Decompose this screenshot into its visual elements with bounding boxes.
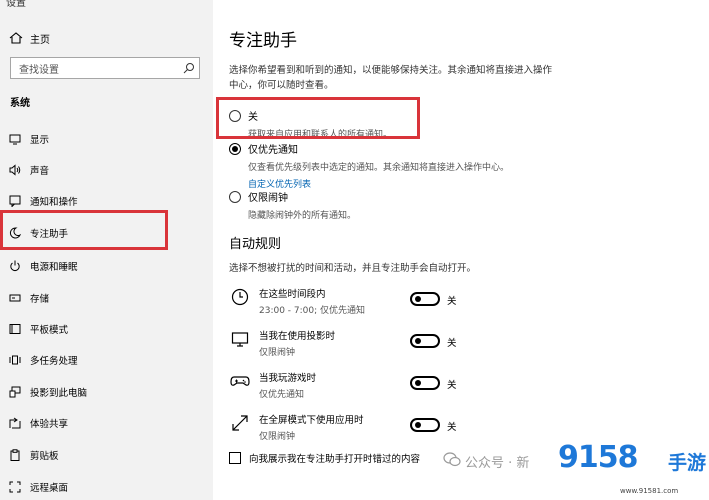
rules-title: 自动规则 xyxy=(229,237,282,252)
sidebar-item-tablet[interactable]: 平板模式 xyxy=(0,316,213,342)
sidebar-item-label: 多任务处理 xyxy=(30,356,78,367)
rule-gaming-toggle[interactable] xyxy=(410,376,440,390)
toggle-state: 关 xyxy=(447,422,457,433)
page-description: 选择你希望看到和听到的通知，以便能够保持关注。其余通知将直接进入操作中心，你可以… xyxy=(229,65,553,91)
sidebar-item-label: 电源和睡眠 xyxy=(30,262,78,273)
sidebar-item-label: 体验共享 xyxy=(30,419,69,430)
sidebar-item-label: 声音 xyxy=(30,166,50,177)
sidebar: 设置 主页 查找设置 系统 显示 声音 通知和操作 专注助手 电源和睡眠 存储 xyxy=(0,0,213,500)
search-icon[interactable] xyxy=(179,58,199,78)
option-label: 仅优先通知 xyxy=(248,145,298,156)
show-missed-option[interactable]: 向我展示我在专注助手打开时错过的内容 xyxy=(229,451,420,465)
sidebar-item-shared[interactable]: 体验共享 xyxy=(0,410,213,436)
page-title: 专注助手 xyxy=(229,31,297,51)
clipboard-icon xyxy=(8,448,22,462)
show-missed-checkbox[interactable] xyxy=(229,452,241,464)
rules-description: 选择不想被打扰的时间和活动，并且专注助手会自动打开。 xyxy=(229,263,477,274)
sidebar-item-label: 通知和操作 xyxy=(30,197,78,208)
multitask-icon xyxy=(8,353,22,367)
tablet-icon xyxy=(8,322,22,336)
section-label: 系统 xyxy=(10,98,30,109)
brand-logo: 9158 手游 www.91581.com xyxy=(558,440,709,500)
fullscreen-icon xyxy=(229,412,251,434)
monitor-icon xyxy=(229,328,251,350)
project-icon xyxy=(8,385,22,399)
option-label: 仅限闹钟 xyxy=(248,193,288,204)
brand-text: 手游 xyxy=(668,452,707,474)
sidebar-item-multitasking[interactable]: 多任务处理 xyxy=(0,347,213,373)
clock-icon xyxy=(229,286,251,308)
search-placeholder: 查找设置 xyxy=(19,64,59,76)
sidebar-item-label: 剪贴板 xyxy=(30,451,59,462)
option-sub: 隐藏除闹钟外的所有通知。 xyxy=(248,211,357,221)
remote-icon xyxy=(8,480,22,494)
rule-title: 在这些时间段内 xyxy=(259,289,326,300)
sidebar-item-label: 显示 xyxy=(30,135,50,146)
display-icon xyxy=(8,132,22,146)
window-title: 设置 xyxy=(6,0,26,9)
main-content: 专注助手 选择你希望看到和听到的通知，以便能够保持关注。其余通知将直接进入操作中… xyxy=(213,0,709,500)
radio-priority-only[interactable] xyxy=(229,143,241,155)
power-icon xyxy=(8,259,22,273)
toggle-state: 关 xyxy=(447,338,457,349)
rule-sub: 仅优先通知 xyxy=(259,390,305,400)
highlight-box-main xyxy=(216,97,420,139)
storage-icon xyxy=(8,291,22,305)
toggle-state: 关 xyxy=(447,296,457,307)
sidebar-item-display[interactable]: 显示 xyxy=(0,126,213,152)
sidebar-item-label: 投影到此电脑 xyxy=(30,388,88,399)
home-link[interactable]: 主页 xyxy=(8,28,50,48)
gamepad-icon xyxy=(229,370,251,392)
option-alarms-only[interactable]: 仅限闹钟 隐藏除闹钟外的所有通知。 xyxy=(229,189,356,221)
wechat-label: 公众号 · 新 xyxy=(465,456,530,471)
rule-time-toggle[interactable] xyxy=(410,292,440,306)
speaker-icon xyxy=(8,163,22,177)
sidebar-item-label: 远程桌面 xyxy=(30,483,69,494)
sidebar-item-power[interactable]: 电源和睡眠 xyxy=(0,253,213,279)
rule-sub: 23:00 - 7:00; 仅优先通知 xyxy=(259,306,366,316)
rule-sub: 仅限闹钟 xyxy=(259,432,296,442)
brand-url: www.91581.com xyxy=(620,487,679,495)
checkbox-label: 向我展示我在专注助手打开时错过的内容 xyxy=(249,454,421,465)
toggle-knob xyxy=(415,296,421,302)
rule-projecting-toggle[interactable] xyxy=(410,334,440,348)
sidebar-item-storage[interactable]: 存储 xyxy=(0,285,213,311)
sidebar-item-sound[interactable]: 声音 xyxy=(0,157,213,183)
sidebar-item-clipboard[interactable]: 剪贴板 xyxy=(0,442,213,468)
radio-alarms-only[interactable] xyxy=(229,191,241,203)
home-icon xyxy=(8,30,24,46)
sidebar-item-remote-desktop[interactable]: 远程桌面 xyxy=(0,474,213,500)
highlight-box-sidebar xyxy=(0,210,168,250)
rule-title: 在全屏模式下使用应用时 xyxy=(259,415,364,426)
search-input[interactable]: 查找设置 xyxy=(10,57,200,79)
toggle-state: 关 xyxy=(447,380,457,391)
sidebar-item-label: 平板模式 xyxy=(30,325,69,336)
rule-title: 当我玩游戏时 xyxy=(259,373,317,384)
sidebar-item-label: 存储 xyxy=(30,294,50,305)
toggle-knob xyxy=(415,380,421,386)
sidebar-item-project[interactable]: 投影到此电脑 xyxy=(0,379,213,405)
option-priority-only[interactable]: 仅优先通知 仅查看优先级列表中选定的通知。其余通知将直接进入操作中心。 自定义优… xyxy=(229,141,509,190)
wechat-icon xyxy=(443,452,461,471)
wechat-watermark: 公众号 · 新 xyxy=(443,452,529,471)
share-icon xyxy=(8,416,22,430)
rule-sub: 仅限闹钟 xyxy=(259,348,296,358)
toggle-knob xyxy=(415,422,421,428)
option-sub: 仅查看优先级列表中选定的通知。其余通知将直接进入操作中心。 xyxy=(248,163,510,173)
notification-icon xyxy=(8,194,22,208)
rule-fullscreen-toggle[interactable] xyxy=(410,418,440,432)
toggle-knob xyxy=(415,338,421,344)
rule-title: 当我在使用投影时 xyxy=(259,331,336,342)
home-label: 主页 xyxy=(30,34,50,46)
